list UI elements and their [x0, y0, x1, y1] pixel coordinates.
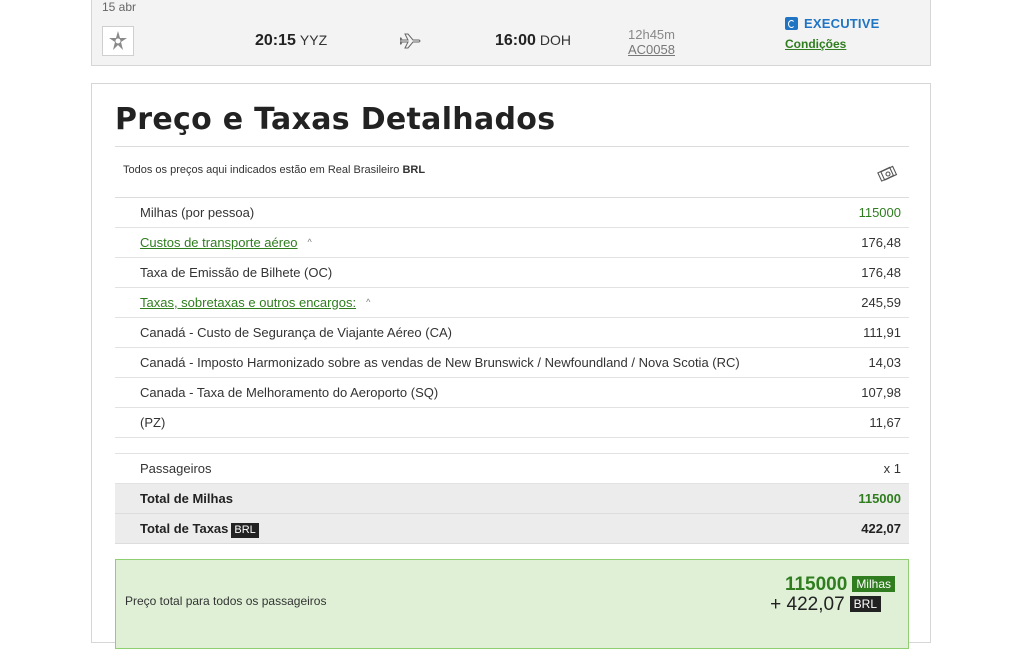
row-label: Canadá - Imposto Harmonizado sobre as ve… [140, 355, 740, 370]
departure-time: 20:15 [255, 32, 296, 49]
table-row: Canada - Taxa de Melhoramento do Aeropor… [115, 378, 909, 408]
passengers-row: Passageiros x 1 [115, 454, 909, 484]
row-value: 107,98 [861, 385, 901, 400]
total-taxes-label: Total de Taxas [140, 521, 229, 536]
arrival-airport: DOH [539, 32, 572, 48]
row-label: (PZ) [140, 415, 166, 430]
row-label: Canadá - Custo de Segurança de Viajante … [140, 325, 452, 340]
grand-total-taxes-value: + 422,07 [770, 594, 845, 615]
star-logo-icon [109, 31, 127, 50]
row-value: 245,59 [861, 295, 901, 310]
table-row: Custos de transporte aéreo ^ 176,48 [115, 228, 909, 258]
departure-airport: YYZ [299, 32, 328, 48]
currency-note-text: Todos os preços aqui indicados estão em … [123, 164, 400, 176]
row-value: 176,48 [861, 235, 901, 250]
row-value: 14,03 [868, 355, 901, 370]
arrival-time: 16:00 [495, 32, 536, 49]
passengers-value: x 1 [883, 461, 901, 476]
table-row: Canadá - Custo de Segurança de Viajante … [115, 318, 909, 348]
flight-date: 15 abr [102, 0, 137, 14]
chevron-up-icon[interactable]: ^ [308, 237, 312, 247]
row-value: 115000 [858, 205, 901, 220]
departure: 20:15 YYZ [255, 32, 327, 50]
row-label: Taxa de Emissão de Bilhete (OC) [140, 265, 333, 280]
taxes-surcharges-toggle[interactable]: Taxas, sobretaxas e outros encargos: ^ [140, 295, 370, 310]
table-row: Taxas, sobretaxas e outros encargos: ^ 24… [115, 288, 909, 318]
currency-note: Todos os preços aqui indicados estão em … [123, 164, 425, 176]
row-label[interactable]: Taxas, sobretaxas e outros encargos: [140, 295, 356, 310]
flight-duration-block: 12h45m AC0058 [628, 27, 675, 57]
cabin-class-icon [785, 17, 798, 30]
row-label: Canada - Taxa de Melhoramento do Aeropor… [140, 385, 439, 400]
cabin-badge: EXECUTIVE [785, 16, 879, 31]
grand-total-box: Preço total para todos os passageiros 11… [115, 559, 909, 649]
airline-logo [102, 26, 134, 56]
flight-summary-card: 15 abr 20:15 YYZ 16:00 DOH 12h45m AC0058 E… [91, 0, 931, 66]
plane-icon [400, 33, 421, 49]
table-row: Milhas (por pessoa) 115000 [115, 198, 909, 228]
row-spacer [115, 438, 909, 454]
currency-tag: BRL [849, 596, 881, 612]
total-miles-row: Total de Milhas 115000 [115, 484, 909, 514]
flight-duration: 12h45m [628, 27, 675, 42]
total-miles-value: 115000 [858, 491, 901, 506]
table-row: (PZ) 11,67 [115, 408, 909, 438]
total-taxes-label-block: Total de Taxas BRL [140, 521, 259, 538]
chevron-up-icon[interactable]: ^ [366, 297, 370, 307]
cabin-block: EXECUTIVE Condições [785, 16, 879, 51]
passengers-label: Passageiros [140, 461, 212, 476]
title-divider [115, 146, 909, 147]
page-title: Preço e Taxas Detalhados [115, 102, 556, 137]
total-taxes-row: Total de Taxas BRL 422,07 [115, 514, 909, 544]
table-row: Taxa de Emissão de Bilhete (OC) 176,48 [115, 258, 909, 288]
currency-code: BRL [402, 164, 426, 176]
price-details-panel: Preço e Taxas Detalhados Todos os preços… [91, 83, 931, 649]
air-transport-costs-toggle[interactable]: Custos de transporte aéreo ^ [140, 235, 312, 250]
table-row: Canadá - Imposto Harmonizado sobre as ve… [115, 348, 909, 378]
total-taxes-value: 422,07 [861, 521, 901, 536]
row-label: Milhas (por pessoa) [140, 205, 255, 220]
grand-total-miles: 115000 Milhas [785, 574, 895, 596]
currency-tag: BRL [231, 523, 259, 538]
grand-total-miles-value: 115000 [784, 574, 848, 595]
row-value: 111,91 [863, 325, 901, 340]
flight-code-link[interactable]: AC0058 [628, 42, 675, 57]
row-value: 11,67 [869, 415, 901, 430]
arrival: 16:00 DOH [495, 32, 571, 50]
money-icon [877, 165, 898, 182]
total-miles-label: Total de Milhas [140, 491, 233, 506]
miles-tag: Milhas [852, 576, 895, 592]
price-rows: Milhas (por pessoa) 115000 Custos de tra… [115, 198, 909, 544]
grand-total-label: Preço total para todos os passageiros [125, 594, 327, 608]
row-value: 176,48 [861, 265, 901, 280]
grand-total-taxes: + 422,07 BRL [770, 594, 881, 616]
cabin-label: EXECUTIVE [804, 16, 880, 31]
conditions-link[interactable]: Condições [785, 37, 879, 51]
row-label[interactable]: Custos de transporte aéreo [140, 235, 298, 250]
